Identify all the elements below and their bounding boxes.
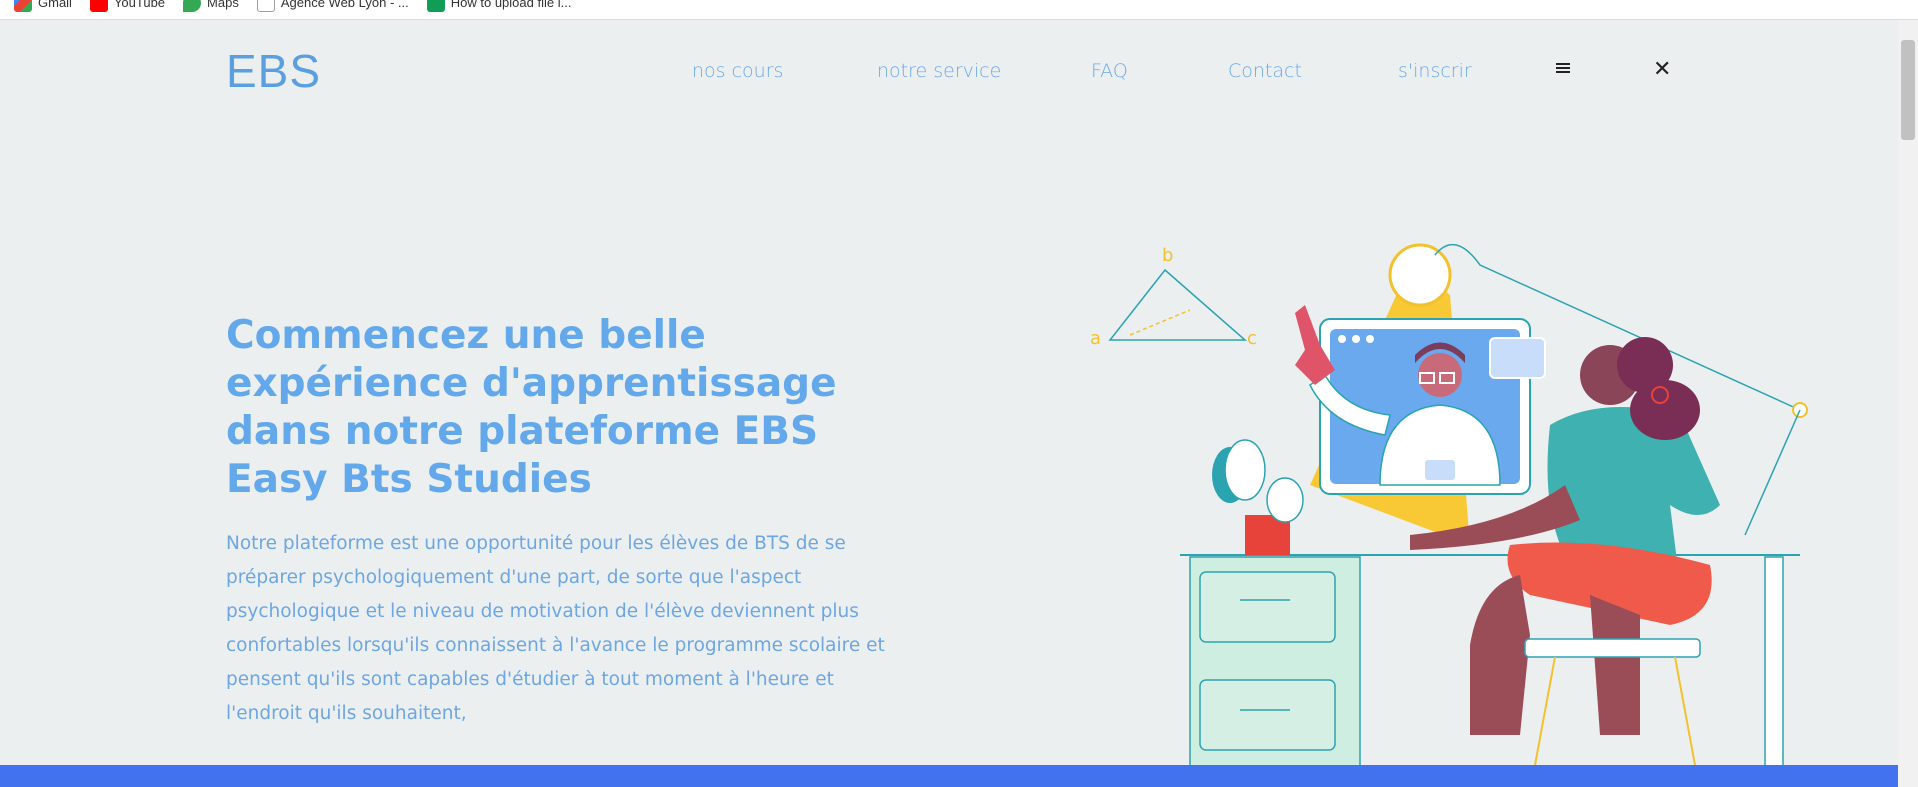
- youtube-icon: [89, 0, 108, 12]
- bookmark-youtube[interactable]: YouTube: [89, 0, 165, 12]
- nav-contact[interactable]: Contact: [1228, 60, 1302, 82]
- bookmark-gmail[interactable]: Gmail: [14, 0, 72, 12]
- hero-description: Notre plateforme est une opportunité pou…: [226, 533, 885, 724]
- gmail-icon: [14, 0, 32, 12]
- nav-nos-cours[interactable]: nos cours: [692, 60, 783, 82]
- bookmark-agence-web[interactable]: Agence Web Lyon - ...: [256, 0, 409, 12]
- hero-illustration: b a c: [1090, 243, 1808, 775]
- triangle-drawing: [1108, 268, 1247, 341]
- site-logo[interactable]: EBS: [226, 46, 321, 96]
- triangle-label-b: b: [1162, 245, 1173, 266]
- page-icon: [256, 0, 275, 12]
- bookmarks-bar: Gmail YouTube Maps Agence Web Lyon - ...…: [0, 0, 1918, 20]
- maps-icon: [183, 0, 202, 12]
- scrollbar-thumb[interactable]: [1901, 40, 1915, 140]
- triangle-label-c: c: [1247, 328, 1257, 349]
- nav-notre-service[interactable]: notre service: [877, 60, 1001, 82]
- triangle-label-a: a: [1090, 328, 1101, 349]
- hero-title: Commencez une belle expérience d'apprent…: [226, 313, 837, 502]
- page-scrollbar[interactable]: [1898, 20, 1918, 787]
- footer-bar: [0, 765, 1898, 787]
- nav-sinscrir[interactable]: s'inscrir: [1398, 60, 1472, 82]
- hamburger-icon[interactable]: [1556, 63, 1570, 73]
- close-icon[interactable]: ✕: [1653, 58, 1671, 80]
- green-app-icon: [426, 0, 445, 12]
- bookmark-upload-file[interactable]: How to upload file i...: [426, 0, 571, 12]
- nav-faq[interactable]: FAQ: [1091, 60, 1128, 82]
- bookmark-maps[interactable]: Maps: [183, 0, 239, 12]
